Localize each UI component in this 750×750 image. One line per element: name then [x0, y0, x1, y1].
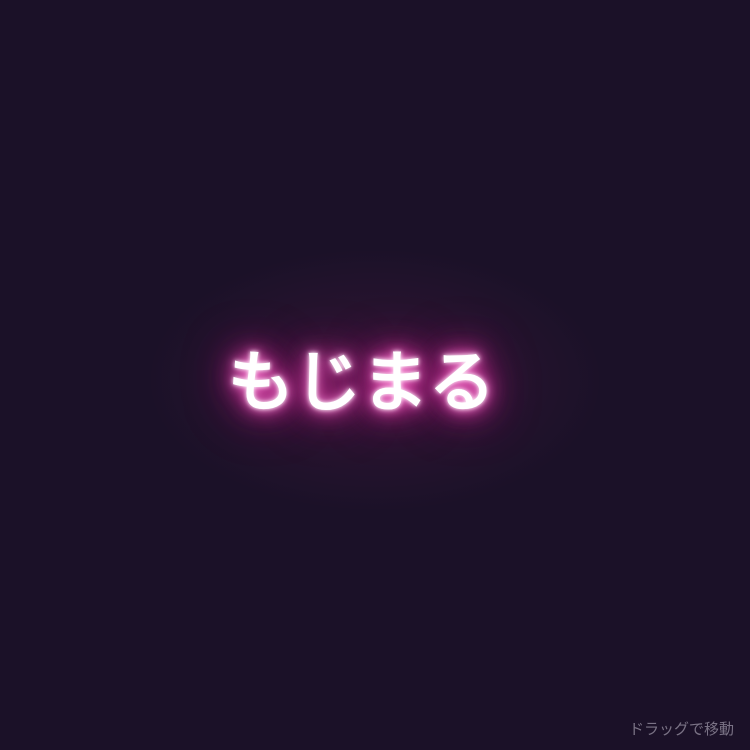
drag-hint: ドラッグで移動 — [628, 720, 734, 738]
neon-logo-text[interactable]: もじまる — [228, 338, 518, 428]
canvas-stage[interactable]: もじまる ドラッグで移動 — [0, 0, 750, 750]
